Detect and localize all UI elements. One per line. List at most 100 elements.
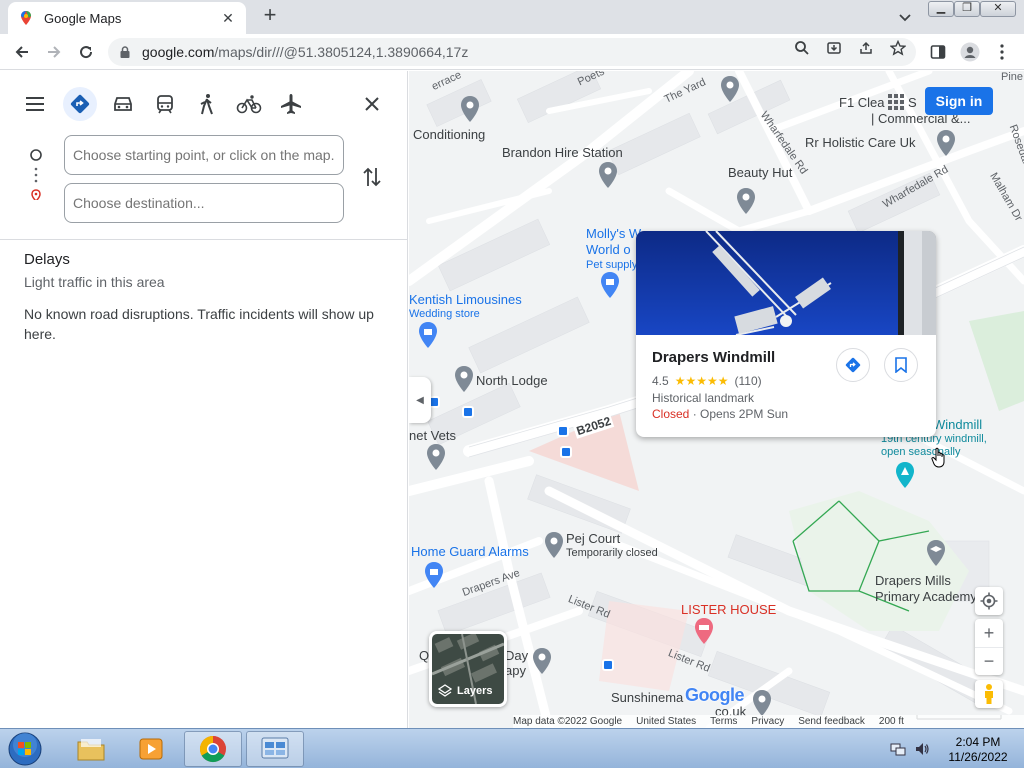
reload-button[interactable]	[74, 40, 98, 64]
poi-label[interactable]: Day	[505, 648, 528, 663]
share-icon[interactable]	[858, 40, 874, 56]
browser-tab[interactable]: Google Maps ✕	[8, 2, 246, 34]
card-directions-button[interactable]	[836, 348, 870, 382]
poi-label[interactable]: LISTER HOUSE	[681, 602, 776, 617]
train-icon	[157, 95, 173, 114]
volume-icon[interactable]	[914, 741, 930, 757]
zoom-out-button[interactable]: −	[975, 647, 1003, 675]
zoom-in-button[interactable]: +	[975, 619, 1003, 647]
window-close-button[interactable]: ✕	[980, 1, 1016, 17]
forward-button[interactable]	[42, 40, 66, 64]
poi-label[interactable]: Brandon Hire Station	[502, 145, 623, 160]
taskbar-file-explorer[interactable]	[62, 731, 120, 767]
poi-pin-icon[interactable]	[719, 75, 741, 103]
clock[interactable]: 2:04 PM 11/26/2022	[938, 735, 1018, 765]
start-button[interactable]	[6, 731, 44, 767]
back-button[interactable]	[10, 40, 34, 64]
restore-button[interactable]: ❐	[954, 1, 980, 17]
poi-pin-icon[interactable]	[735, 187, 757, 215]
poi-pin-icon[interactable]	[935, 129, 957, 157]
mode-cycling[interactable]	[232, 87, 266, 121]
bus-stop-icon[interactable]	[602, 659, 614, 671]
poi-label[interactable]: Sunshinema	[611, 690, 683, 705]
scale-label[interactable]: 200 ft	[879, 716, 904, 727]
card-save-button[interactable]	[884, 348, 918, 382]
poi-pin-icon[interactable]	[751, 689, 773, 717]
poi-label[interactable]: Primary Academy	[875, 589, 977, 604]
poi-pin-icon[interactable]	[531, 647, 553, 675]
tab-search-chevron-icon[interactable]	[896, 8, 914, 26]
new-tab-button[interactable]: +	[258, 4, 282, 28]
collapse-panel-button[interactable]: ◀	[409, 377, 431, 423]
bus-stop-icon[interactable]	[462, 406, 474, 418]
shopping-pin-icon[interactable]	[417, 321, 439, 349]
starting-point-input[interactable]	[64, 135, 344, 175]
zoom-search-icon[interactable]	[794, 40, 810, 56]
poi-label[interactable]: Windmill	[933, 417, 982, 432]
poi-label[interactable]: F1 Clea	[839, 95, 885, 110]
close-directions-button[interactable]	[355, 87, 389, 121]
poi-label[interactable]: net Vets	[409, 428, 456, 443]
school-pin-icon[interactable]	[925, 539, 947, 567]
shopping-pin-icon[interactable]	[599, 271, 621, 299]
layers-button[interactable]: Layers	[429, 631, 507, 707]
install-app-icon[interactable]	[826, 40, 842, 56]
destination-input[interactable]	[64, 183, 344, 223]
browser-menu-button[interactable]	[992, 42, 1012, 62]
poi-pin-icon[interactable]	[425, 443, 447, 471]
poi-label[interactable]: Drapers Mills	[875, 573, 951, 588]
minimize-button[interactable]: ▁	[928, 1, 954, 17]
country-link[interactable]: United States	[636, 716, 696, 727]
privacy-link[interactable]: Privacy	[751, 716, 784, 727]
landmark-pin-icon[interactable]	[894, 461, 916, 489]
lock-icon[interactable]	[118, 45, 132, 59]
google-apps-icon[interactable]	[887, 93, 905, 111]
menu-button[interactable]	[18, 87, 52, 121]
poi-label[interactable]: Home Guard Alarms	[411, 544, 529, 559]
poi-label[interactable]: World o	[586, 242, 631, 257]
bookmark-star-icon[interactable]	[890, 40, 906, 56]
hotel-pin-icon[interactable]	[693, 617, 715, 645]
taskbar-chrome[interactable]	[184, 731, 242, 767]
poi-label[interactable]: Beauty Hut	[728, 165, 792, 180]
poi-label[interactable]: North Lodge	[476, 373, 548, 388]
poi-label[interactable]: apy	[505, 663, 526, 678]
side-panel-button[interactable]	[928, 42, 948, 62]
sign-in-button[interactable]: Sign in	[925, 87, 993, 115]
poi-label[interactable]: Rr Holistic Care Uk	[805, 135, 916, 150]
shopping-pin-icon[interactable]	[423, 561, 445, 589]
mode-walking[interactable]	[190, 87, 224, 121]
poi-pin-icon[interactable]	[543, 531, 565, 559]
poi-pin-icon[interactable]	[597, 161, 619, 189]
swap-button[interactable]	[360, 165, 384, 189]
terms-link[interactable]: Terms	[710, 716, 737, 727]
mode-driving[interactable]	[106, 87, 140, 121]
mode-transit[interactable]	[148, 87, 182, 121]
bus-stop-icon[interactable]	[557, 425, 569, 437]
network-icon[interactable]	[890, 741, 906, 757]
place-photo[interactable]	[636, 231, 936, 335]
poi-pin-icon[interactable]	[459, 95, 481, 123]
poi-label[interactable]: Q	[419, 648, 429, 663]
place-card[interactable]: Drapers Windmill 4.5 ★★★★★ (110) Histori…	[636, 231, 936, 437]
mode-best-route[interactable]	[63, 87, 97, 121]
street-view-pegman-button[interactable]	[975, 680, 1003, 708]
map-canvas[interactable]: errace Poets The Yard Wharfedale Rd Whar…	[409, 71, 1024, 728]
travel-mode-bar	[0, 71, 408, 135]
poi-label[interactable]: Pej Court	[566, 531, 620, 546]
place-name[interactable]: Drapers Windmill	[652, 349, 775, 366]
profile-button[interactable]	[960, 42, 980, 62]
my-location-button[interactable]	[975, 587, 1003, 615]
poi-pin-icon[interactable]	[453, 365, 475, 393]
taskbar-media-player[interactable]	[122, 731, 180, 767]
poi-label[interactable]: Kentish Limousines	[409, 292, 522, 307]
review-count[interactable]: (110)	[734, 374, 761, 388]
poi-label[interactable]: Molly's W	[586, 226, 641, 241]
tab-close-icon[interactable]: ✕	[220, 10, 236, 27]
bus-stop-icon[interactable]	[560, 446, 572, 458]
taskbar-control-panel[interactable]	[246, 731, 304, 767]
mode-flights[interactable]	[274, 87, 308, 121]
send-feedback-link[interactable]: Send feedback	[798, 716, 865, 727]
poi-label[interactable]: Conditioning	[413, 127, 485, 142]
poi-label[interactable]: S	[908, 95, 917, 110]
